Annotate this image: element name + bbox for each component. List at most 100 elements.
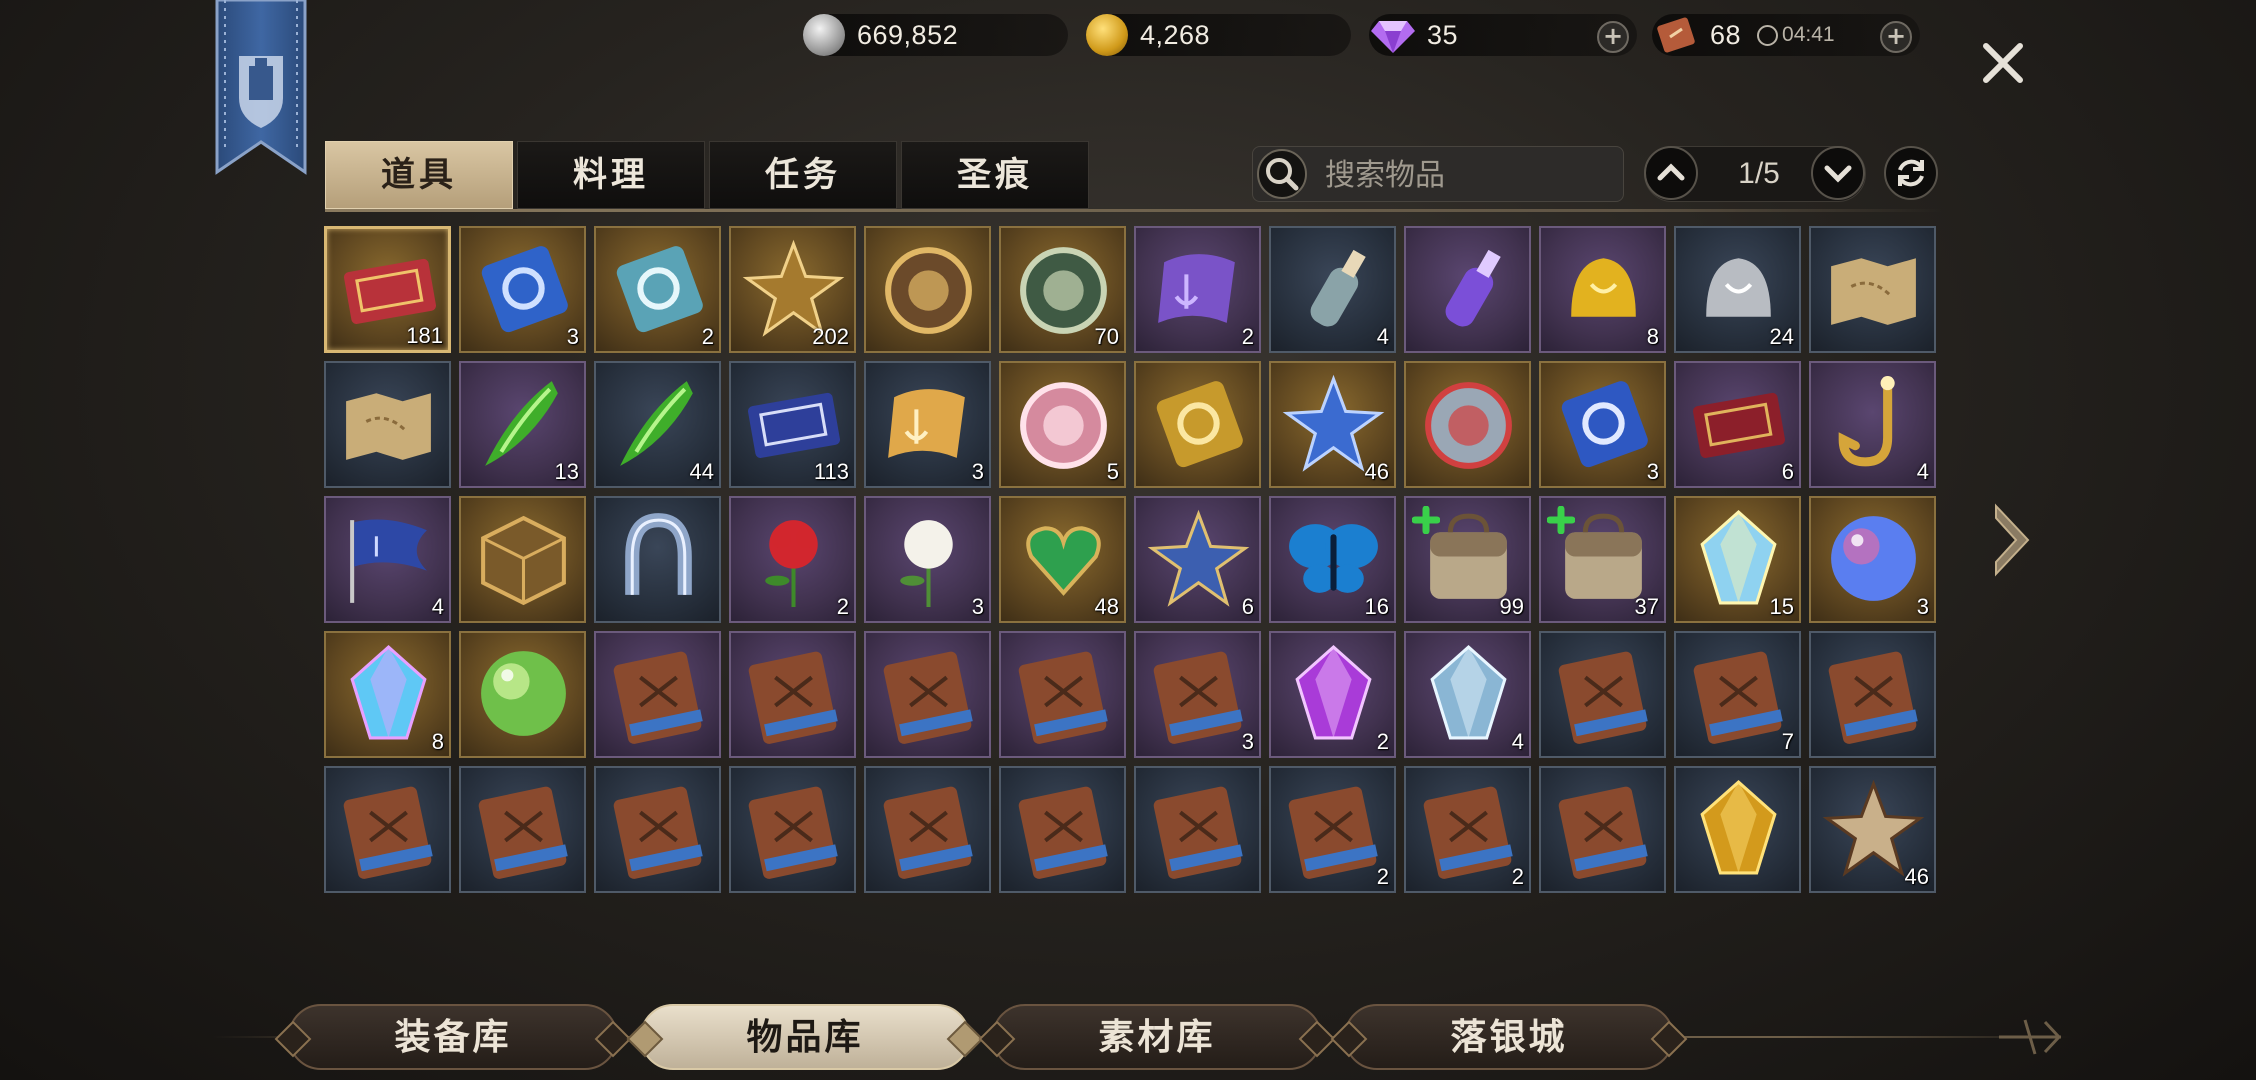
item-slot[interactable] [1539, 631, 1666, 758]
item-slot[interactable]: 3 [1809, 496, 1936, 623]
item-slot[interactable]: 48 [999, 496, 1126, 623]
add-diamond-button[interactable]: + [1597, 21, 1629, 53]
horseshoe-icon [625, 513, 692, 595]
item-slot[interactable] [459, 496, 586, 623]
item-slot[interactable] [324, 361, 451, 488]
message-bottle-icon [1310, 249, 1366, 327]
item-slot[interactable]: 2 [729, 496, 856, 623]
item-slot[interactable]: 37 [1539, 496, 1666, 623]
item-slot[interactable]: 6 [1674, 361, 1801, 488]
item-slot[interactable]: 70 [999, 226, 1126, 353]
item-slot[interactable] [1809, 226, 1936, 353]
item-slot[interactable] [594, 496, 721, 623]
tab-silver-city[interactable]: 落银城 [1330, 1004, 1688, 1070]
item-slot[interactable] [1809, 631, 1936, 758]
rainbow-orb-icon [1831, 516, 1916, 601]
item-slot[interactable]: 24 [1674, 226, 1801, 353]
gold-coin-icon [1086, 14, 1128, 56]
item-slot[interactable]: 13 [459, 361, 586, 488]
item-slot[interactable]: 3 [1539, 361, 1666, 488]
white-lily-icon [900, 520, 953, 607]
item-slot[interactable] [999, 631, 1126, 758]
item-count: 6 [1241, 594, 1254, 619]
item-slot[interactable]: 5 [999, 361, 1126, 488]
item-slot[interactable] [729, 766, 856, 893]
item-slot[interactable]: 46 [1809, 766, 1936, 893]
item-slot[interactable]: 44 [594, 361, 721, 488]
item-count: 113 [813, 459, 849, 484]
item-slot[interactable] [459, 631, 586, 758]
gold-hook-icon [1838, 376, 1895, 467]
item-slot[interactable] [729, 631, 856, 758]
item-slot[interactable]: 4 [1404, 631, 1531, 758]
tab-cooking[interactable]: 料理 [517, 141, 705, 209]
diamond-amount: 35 [1427, 19, 1459, 50]
item-slot[interactable]: 2 [1269, 631, 1396, 758]
item-slot[interactable]: 4 [324, 496, 451, 623]
close-icon[interactable] [1978, 38, 2028, 88]
item-count: 4 [1916, 459, 1929, 484]
refresh-button[interactable] [1884, 146, 1938, 200]
item-slot[interactable] [999, 766, 1126, 893]
page-down-button[interactable] [1811, 146, 1865, 200]
blue-ticket-icon [1561, 381, 1648, 468]
guild-banner-icon[interactable] [213, 0, 309, 178]
tab-silver-city-label: 落银城 [1450, 1016, 1568, 1058]
tab-stigmata[interactable]: 圣痕 [901, 141, 1089, 209]
item-slot[interactable] [1404, 226, 1531, 353]
gold-cube-icon [481, 515, 566, 606]
item-slot[interactable]: 6 [1134, 496, 1261, 623]
item-slot[interactable]: 16 [1269, 496, 1396, 623]
item-slot[interactable]: 3 [864, 361, 991, 488]
item-slot[interactable] [1674, 766, 1801, 893]
item-count: 3 [566, 324, 579, 349]
item-slot[interactable]: 113 [729, 361, 856, 488]
item-slot[interactable]: 3 [459, 226, 586, 353]
item-slot[interactable]: 2 [1134, 226, 1261, 353]
item-slot[interactable]: 46 [1269, 361, 1396, 488]
item-slot[interactable] [594, 631, 721, 758]
search-icon[interactable] [1257, 149, 1307, 199]
skill-book-icon [748, 651, 838, 744]
ornament-icon [1330, 1020, 1368, 1058]
ornament-icon [1650, 1020, 1688, 1058]
item-slot[interactable] [1134, 361, 1261, 488]
tab-item-storage[interactable]: 物品库 [626, 1004, 984, 1070]
page-up-button[interactable] [1644, 146, 1698, 200]
item-slot[interactable]: 202 [729, 226, 856, 353]
item-slot[interactable] [459, 766, 586, 893]
item-slot[interactable]: 2 [1404, 766, 1531, 893]
item-slot[interactable]: 4 [1809, 361, 1936, 488]
add-stamina-button[interactable]: + [1880, 21, 1912, 53]
item-slot[interactable]: 15 [1674, 496, 1801, 623]
item-slot[interactable]: 99 [1404, 496, 1531, 623]
item-slot[interactable]: 7 [1674, 631, 1801, 758]
item-slot[interactable]: 3 [864, 496, 991, 623]
item-slot[interactable] [1134, 766, 1261, 893]
search-input[interactable] [1323, 155, 1617, 195]
item-slot[interactable] [864, 226, 991, 353]
crossed-weapons-icon [1999, 1019, 2062, 1055]
item-slot[interactable]: 4 [1269, 226, 1396, 353]
item-slot[interactable]: 8 [324, 631, 451, 758]
item-slot[interactable] [594, 766, 721, 893]
item-slot[interactable] [324, 766, 451, 893]
chevron-right-icon[interactable] [1988, 500, 2034, 580]
item-slot[interactable]: 2 [1269, 766, 1396, 893]
item-slot[interactable]: 8 [1539, 226, 1666, 353]
tab-items[interactable]: 道具 [325, 141, 513, 209]
tab-quests[interactable]: 任务 [709, 141, 897, 209]
item-slot[interactable]: 2 [594, 226, 721, 353]
item-slot[interactable] [864, 766, 991, 893]
item-count: 2 [701, 324, 714, 349]
tab-equipment-storage[interactable]: 装备库 [274, 1004, 632, 1070]
silver-amount: 669,852 [857, 19, 959, 50]
item-slot[interactable] [864, 631, 991, 758]
item-slot[interactable]: 3 [1134, 631, 1261, 758]
item-slot[interactable] [1404, 361, 1531, 488]
tab-material-storage[interactable]: 素材库 [978, 1004, 1336, 1070]
item-count: 8 [431, 729, 444, 754]
item-slot[interactable] [1539, 766, 1666, 893]
item-slot[interactable]: 181 [324, 226, 451, 353]
search-box[interactable] [1252, 146, 1624, 202]
